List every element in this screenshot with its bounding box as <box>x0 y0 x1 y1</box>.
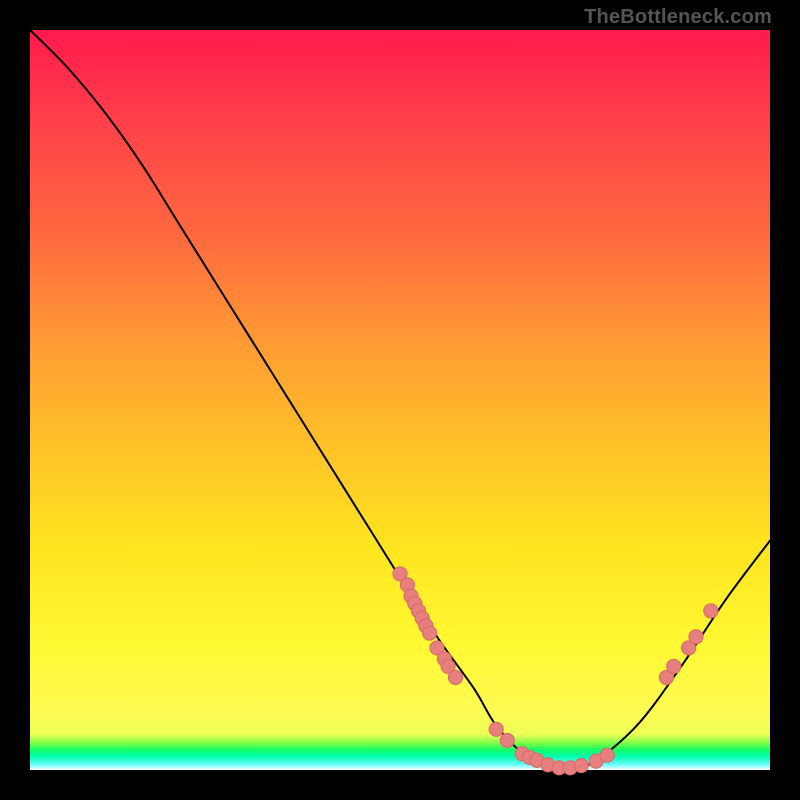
data-marker <box>574 759 588 773</box>
data-marker <box>667 659 681 673</box>
chart-container: TheBottleneck.com <box>0 0 800 800</box>
data-marker <box>448 670 462 684</box>
data-marker <box>500 733 514 747</box>
data-marker <box>704 604 718 618</box>
curve-svg <box>30 30 770 770</box>
marker-group <box>393 567 718 775</box>
data-marker <box>423 626 437 640</box>
attribution-label: TheBottleneck.com <box>584 6 772 29</box>
data-marker <box>600 748 614 762</box>
plot-area <box>30 30 770 770</box>
bottleneck-curve <box>30 30 770 770</box>
data-marker <box>689 630 703 644</box>
data-marker <box>489 722 503 736</box>
